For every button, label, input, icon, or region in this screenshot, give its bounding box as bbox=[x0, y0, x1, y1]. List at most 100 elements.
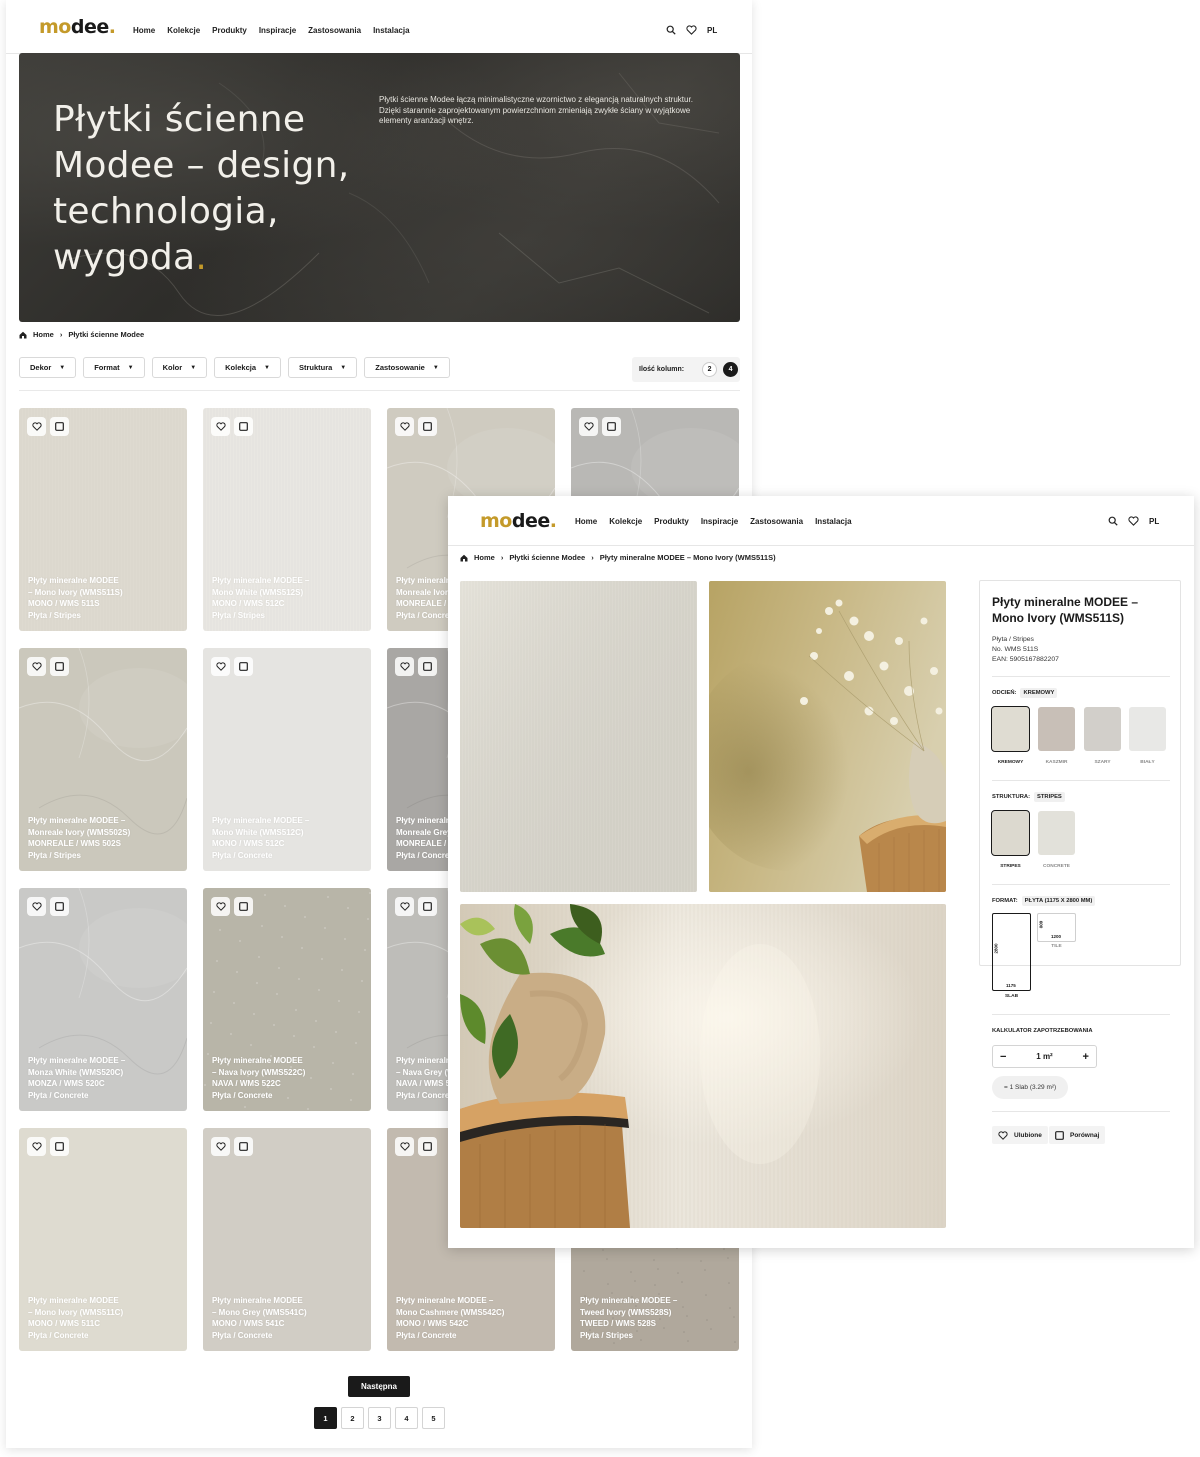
nav-produkty[interactable]: Produkty bbox=[654, 517, 689, 526]
home-icon[interactable] bbox=[460, 554, 468, 562]
heart-icon[interactable] bbox=[27, 897, 46, 916]
language-switch[interactable]: PL bbox=[707, 26, 717, 35]
home-icon[interactable] bbox=[19, 331, 27, 339]
product-card[interactable]: Płyty mineralne MODEE – Mono Ivory (WMS51… bbox=[19, 408, 187, 631]
favorite-button[interactable]: Ulubione bbox=[992, 1126, 1048, 1144]
filter-kolor[interactable]: Kolor ▼ bbox=[151, 357, 208, 378]
format-option-slab[interactable]: 2800 1175 bbox=[992, 913, 1031, 991]
heart-icon[interactable] bbox=[1128, 516, 1139, 526]
checkbox-icon[interactable] bbox=[418, 897, 437, 916]
language-switch[interactable]: PL bbox=[1149, 517, 1159, 526]
decrement-button[interactable]: − bbox=[1000, 1051, 1006, 1063]
checkbox-icon[interactable] bbox=[418, 1137, 437, 1156]
hero-description: Płytki ścienne Modee łączą minimalistycz… bbox=[379, 95, 693, 125]
format-option-tile[interactable]: 600 1200 bbox=[1037, 913, 1076, 942]
filter-kolekcja[interactable]: Kolekcja ▼ bbox=[214, 357, 281, 378]
caption-line: Płyta / Stripes bbox=[580, 1331, 633, 1341]
checkbox-icon[interactable] bbox=[234, 897, 253, 916]
shade-swatch-szary[interactable] bbox=[1084, 707, 1121, 751]
checkbox-icon[interactable] bbox=[234, 417, 253, 436]
product-meta: Płyta / Stripes No. WMS 511S EAN: 590516… bbox=[992, 636, 1059, 663]
heart-icon[interactable] bbox=[211, 657, 230, 676]
shade-swatch-kremowy[interactable] bbox=[991, 706, 1030, 752]
nav-home[interactable]: Home bbox=[575, 517, 597, 526]
checkbox-icon[interactable] bbox=[50, 657, 69, 676]
filter-zastosowanie[interactable]: Zastosowanie ▼ bbox=[364, 357, 450, 378]
heart-icon[interactable] bbox=[211, 897, 230, 916]
page-2[interactable]: 2 bbox=[341, 1407, 364, 1429]
heart-icon[interactable] bbox=[395, 417, 414, 436]
search-icon[interactable] bbox=[1108, 516, 1118, 526]
checkbox-icon[interactable] bbox=[602, 417, 621, 436]
checkbox-icon[interactable] bbox=[234, 657, 253, 676]
product-info-panel: Płyty mineralne MODEE – Mono Ivory (WMS5… bbox=[979, 580, 1181, 1144]
nav-instalacja[interactable]: Instalacja bbox=[815, 517, 851, 526]
caption-line: Płyty mineralne MODEE – bbox=[580, 1295, 678, 1305]
next-page-button[interactable]: Następna bbox=[348, 1376, 410, 1397]
checkbox-icon[interactable] bbox=[234, 1137, 253, 1156]
nav-kolekcje[interactable]: Kolekcje bbox=[609, 517, 642, 526]
product-card[interactable]: Płyty mineralne MODEE – Mono Ivory (WMS51… bbox=[19, 1128, 187, 1351]
checkbox-icon[interactable] bbox=[50, 897, 69, 916]
heart-icon[interactable] bbox=[27, 657, 46, 676]
page-4[interactable]: 4 bbox=[395, 1407, 418, 1429]
product-caption: Płyty mineralne MODEE – Mono Ivory (WMS51… bbox=[28, 1295, 180, 1342]
breadcrumb-home[interactable]: Home bbox=[33, 330, 54, 339]
gallery-image-interior[interactable] bbox=[460, 904, 946, 1228]
heart-icon[interactable] bbox=[211, 1137, 230, 1156]
heart-icon[interactable] bbox=[395, 657, 414, 676]
nav-home[interactable]: Home bbox=[133, 26, 155, 35]
checkbox-icon[interactable] bbox=[50, 417, 69, 436]
caption-line: Monza White (WMS520C) bbox=[28, 1067, 124, 1077]
brand-logo[interactable]: modee. bbox=[480, 510, 557, 532]
nav-zastosowania[interactable]: Zastosowania bbox=[308, 26, 361, 35]
nav-inspiracje[interactable]: Inspiracje bbox=[701, 517, 738, 526]
shade-swatch-kaszmir[interactable] bbox=[1038, 707, 1075, 751]
product-card[interactable]: Płyty mineralne MODEE – Monreale Ivory (W… bbox=[19, 648, 187, 871]
heart-icon[interactable] bbox=[27, 1137, 46, 1156]
product-card[interactable]: Płyty mineralne MODEE – Nava Ivory (WMS52… bbox=[203, 888, 371, 1111]
nav-inspiracje[interactable]: Inspiracje bbox=[259, 26, 296, 35]
checkbox-icon[interactable] bbox=[418, 657, 437, 676]
heart-icon[interactable] bbox=[579, 417, 598, 436]
heart-icon[interactable] bbox=[211, 417, 230, 436]
heart-icon[interactable] bbox=[395, 897, 414, 916]
increment-button[interactable]: + bbox=[1083, 1051, 1089, 1063]
brand-logo[interactable]: modee. bbox=[39, 16, 116, 38]
caption-line: MONO / WMS 511S bbox=[28, 599, 100, 609]
filter-struktura[interactable]: Struktura ▼ bbox=[287, 357, 358, 378]
product-card[interactable]: Płyty mineralne MODEE – Mono Grey (WMS541… bbox=[203, 1128, 371, 1351]
filter-dekor[interactable]: Dekor ▼ bbox=[19, 357, 77, 378]
page-1[interactable]: 1 bbox=[314, 1407, 337, 1429]
product-card[interactable]: Płyty mineralne MODEE – Mono White (WMS51… bbox=[203, 408, 371, 631]
nav-zastosowania[interactable]: Zastosowania bbox=[750, 517, 803, 526]
gallery-image-texture[interactable] bbox=[460, 581, 697, 892]
page-3[interactable]: 3 bbox=[368, 1407, 391, 1429]
breadcrumb-category[interactable]: Płytki ścienne Modee bbox=[509, 553, 585, 562]
quantity-value[interactable]: 1 m² bbox=[1036, 1052, 1052, 1061]
columns-option-2[interactable]: 2 bbox=[702, 362, 718, 377]
product-card[interactable]: Płyty mineralne MODEE – Mono White (WMS51… bbox=[203, 648, 371, 871]
nav-kolekcje[interactable]: Kolekcje bbox=[167, 26, 200, 35]
checkbox-icon[interactable] bbox=[418, 417, 437, 436]
checkbox-icon[interactable] bbox=[50, 1137, 69, 1156]
nav-instalacja[interactable]: Instalacja bbox=[373, 26, 409, 35]
compare-button[interactable]: Porównaj bbox=[1049, 1126, 1106, 1144]
columns-option-4[interactable]: 4 bbox=[723, 362, 739, 377]
heart-icon[interactable] bbox=[27, 417, 46, 436]
heart-icon[interactable] bbox=[395, 1137, 414, 1156]
product-card[interactable]: Płyty mineralne MODEE – Monza White (WMS5… bbox=[19, 888, 187, 1111]
filter-format[interactable]: Format ▼ bbox=[83, 357, 145, 378]
structure-swatch-stripes[interactable] bbox=[991, 810, 1030, 856]
search-icon[interactable] bbox=[666, 25, 676, 35]
breadcrumb-home[interactable]: Home bbox=[474, 553, 495, 562]
product-caption: Płyty mineralne MODEE – Monreale Ivory (W… bbox=[28, 815, 180, 862]
product-caption: Płyty mineralne MODEE – Mono White (WMS51… bbox=[212, 815, 364, 862]
page-5[interactable]: 5 bbox=[422, 1407, 445, 1429]
heart-icon[interactable] bbox=[686, 25, 697, 35]
gallery-image-flowers[interactable] bbox=[709, 581, 946, 892]
nav-produkty[interactable]: Produkty bbox=[212, 26, 247, 35]
divider bbox=[19, 390, 740, 391]
shade-swatch-bialy[interactable] bbox=[1129, 707, 1166, 751]
structure-swatch-concrete[interactable] bbox=[1038, 811, 1075, 855]
